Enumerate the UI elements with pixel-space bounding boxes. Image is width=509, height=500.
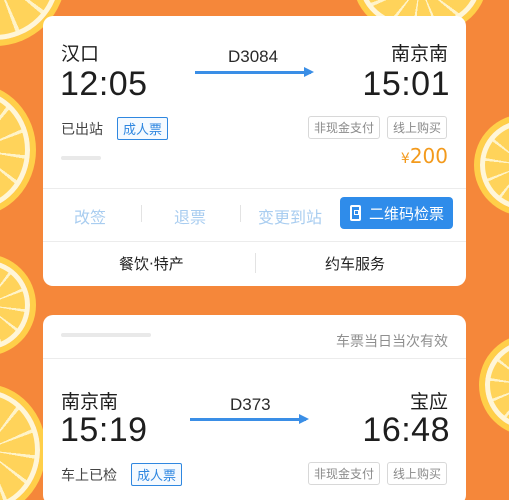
divider	[43, 358, 466, 359]
divider	[43, 188, 466, 189]
ticket-type-badge: 成人票	[131, 463, 183, 486]
refund-button[interactable]: 退票	[174, 204, 206, 228]
orange-slice-decoration	[0, 90, 30, 210]
ride-service-link[interactable]: 约车服务	[325, 253, 385, 274]
arrival-city: 南京南	[390, 43, 448, 65]
arrival-city: 宝应	[409, 391, 448, 413]
food-specialty-link[interactable]: 餐饮·特产	[119, 253, 184, 274]
payment-tag: 非现金支付	[308, 116, 381, 139]
change-destination-button[interactable]: 变更到站	[258, 204, 322, 228]
ticket-price: ¥200	[401, 144, 448, 168]
ticket-card-2[interactable]: 车票当日当次有效 南京南 D373 宝应 15:19 16:48 车上已检 成人…	[43, 315, 466, 500]
action-separator	[240, 205, 241, 222]
service-separator	[255, 253, 256, 273]
train-number: D3084	[228, 47, 279, 66]
orange-slice-decoration	[0, 260, 30, 350]
train-number: D373	[230, 395, 271, 414]
purchase-tag: 线上购买	[387, 116, 448, 139]
departure-city: 南京南	[61, 391, 119, 413]
phone-qr-icon	[350, 205, 361, 221]
orange-slice-decoration	[485, 340, 509, 430]
departure-time: 12:05	[60, 65, 148, 103]
orange-slice-decoration	[480, 120, 509, 210]
change-ticket-button[interactable]: 改签	[74, 204, 106, 228]
divider	[43, 241, 466, 242]
ticket-type-badge: 成人票	[117, 117, 169, 140]
route-arrow-icon	[195, 67, 314, 77]
departure-city: 汉口	[61, 43, 100, 65]
action-separator	[141, 205, 142, 222]
departure-time: 15:19	[60, 411, 148, 449]
arrival-time: 15:01	[362, 65, 450, 103]
qr-button-label: 二维码检票	[369, 204, 445, 223]
ticket-card-1[interactable]: 汉口 D3084 南京南 12:05 15:01 已出站 成人票 非现金支付 线…	[43, 16, 466, 286]
currency-symbol: ¥	[400, 151, 410, 167]
validity-note: 车票当日当次有效	[336, 334, 448, 350]
purchase-tag: 线上购买	[387, 462, 448, 485]
qr-check-in-button[interactable]: 二维码检票	[340, 197, 453, 229]
redacted-text	[61, 156, 101, 160]
arrival-time: 16:48	[362, 411, 450, 449]
ticket-status: 已出站	[61, 122, 103, 138]
redacted-text	[61, 333, 151, 337]
route-arrow-icon	[190, 414, 309, 424]
ticket-status: 车上已检	[61, 468, 117, 484]
price-value: 200	[409, 144, 448, 168]
payment-tag: 非现金支付	[308, 462, 381, 485]
orange-slice-decoration	[0, 390, 40, 500]
